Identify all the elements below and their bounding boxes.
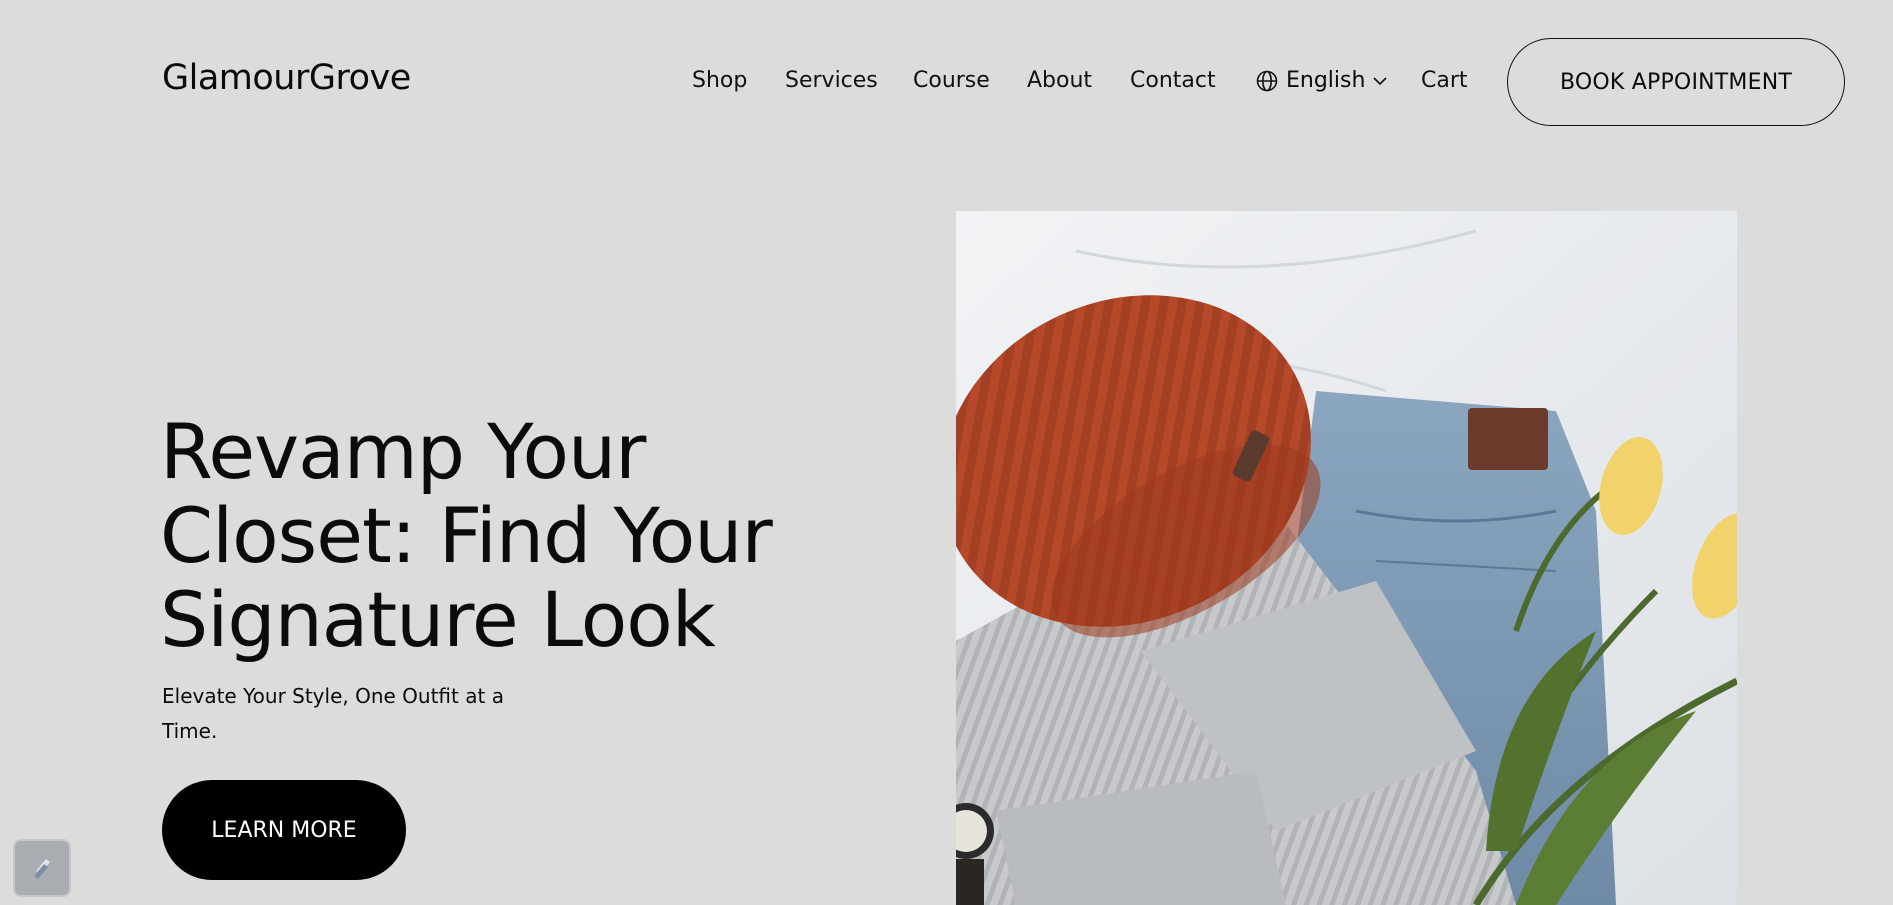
- hero-title-line-3: Signature Look: [160, 575, 716, 664]
- top-navigation: GlamourGrove Shop Services Course About …: [0, 0, 1893, 160]
- language-label: English: [1286, 68, 1366, 93]
- hero-title: Revamp Your Closet: Find Your Signature …: [160, 410, 880, 662]
- app-badge-icon[interactable]: [13, 839, 71, 897]
- nav-about[interactable]: About: [1027, 68, 1092, 93]
- hero-image: [956, 211, 1737, 905]
- nav-cart[interactable]: Cart: [1421, 68, 1468, 93]
- hero-subtitle: Elevate Your Style, One Outfit at a Time…: [162, 684, 504, 743]
- language-selector[interactable]: English: [1256, 68, 1388, 93]
- nav-services[interactable]: Services: [785, 68, 878, 93]
- nav-shop[interactable]: Shop: [692, 68, 747, 93]
- hero-title-line-2: Closet: Find Your: [160, 491, 773, 580]
- globe-icon: [1256, 70, 1278, 92]
- brand-logo[interactable]: GlamourGrove: [162, 58, 411, 98]
- hero-illustration: [956, 211, 1737, 905]
- learn-more-button[interactable]: LEARN MORE: [162, 780, 406, 880]
- nav-course[interactable]: Course: [913, 68, 990, 93]
- book-appointment-button[interactable]: BOOK APPOINTMENT: [1507, 38, 1845, 126]
- hero-title-line-1: Revamp Your: [160, 407, 646, 496]
- chevron-down-icon: [1373, 76, 1388, 86]
- nav-contact[interactable]: Contact: [1130, 68, 1216, 93]
